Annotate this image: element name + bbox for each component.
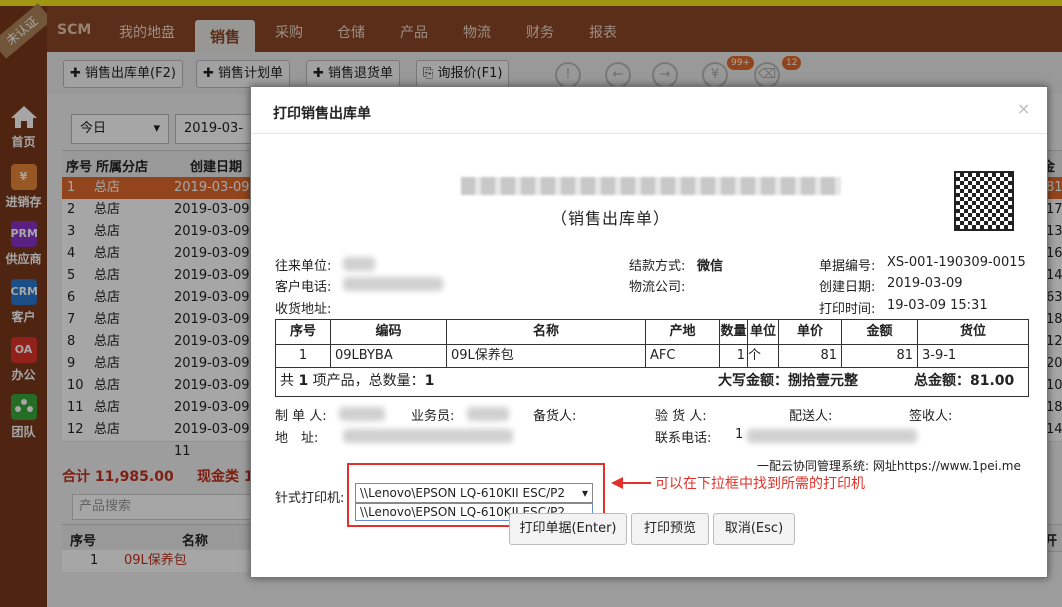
table-cell: 81 bbox=[842, 345, 918, 368]
dialog-title: 打印销售出库单 bbox=[273, 106, 371, 122]
arrow-left-icon bbox=[611, 477, 651, 489]
table-cell: 个 bbox=[748, 345, 779, 368]
print-time-label: 打印时间: bbox=[819, 302, 876, 317]
contact-label: 联系电话: bbox=[655, 431, 712, 446]
logistics-label: 物流公司: bbox=[629, 280, 686, 295]
table-header: 编码 bbox=[331, 320, 447, 345]
table-cell: 81 bbox=[779, 345, 842, 368]
sales-person-label: 业务员: bbox=[411, 409, 455, 424]
created-label: 创建日期: bbox=[819, 280, 876, 295]
partner-label: 往来单位: bbox=[275, 259, 332, 274]
table-header: 名称 bbox=[447, 320, 646, 345]
printer-selected-value: \\Lenovo\EPSON LQ-610KII ESC/P2 bbox=[360, 486, 566, 500]
print-time-value: 19-03-09 15:31 bbox=[887, 298, 988, 313]
print-button[interactable]: 打印单据(Enter) bbox=[509, 513, 627, 545]
receiver-label: 签收人: bbox=[909, 409, 953, 424]
table-cell: 3-9-1 bbox=[918, 345, 1028, 368]
table-header: 产地 bbox=[646, 320, 720, 345]
print-preview-button[interactable]: 打印预览 bbox=[631, 513, 709, 545]
table-header: 货位 bbox=[918, 320, 1028, 345]
print-dialog: 打印销售出库单 × （销售出库单） 往来单位: 客户电话: 收货地址: 结款方式… bbox=[250, 86, 1048, 578]
redacted-text bbox=[343, 257, 375, 271]
doc-number-label: 单据编号: bbox=[819, 259, 876, 274]
checker-label: 验 货 人: bbox=[655, 409, 707, 424]
created-value: 2019-03-09 bbox=[887, 276, 963, 291]
redacted-text bbox=[343, 277, 443, 291]
footer-note: 一配云协同管理系统: 网址https://www.1pei.me bbox=[757, 459, 1021, 473]
qr-code bbox=[954, 171, 1014, 231]
table-cell: 09L保养包 bbox=[447, 345, 646, 368]
maker-label: 制 单 人: bbox=[275, 409, 327, 424]
table-cell: 1 bbox=[276, 345, 331, 368]
address-label: 地 址: bbox=[275, 431, 319, 446]
table-cell: 09LBYBA bbox=[331, 345, 447, 368]
table-cell: 1 bbox=[720, 345, 748, 368]
table-header: 序号 bbox=[276, 320, 331, 345]
phone-label: 客户电话: bbox=[275, 280, 332, 295]
summary-qty-value: 1 bbox=[424, 373, 435, 389]
summary-text: 共 bbox=[280, 373, 294, 389]
redacted-text bbox=[339, 407, 385, 421]
deliver-label: 配送人: bbox=[789, 409, 833, 424]
address-label: 收货地址: bbox=[275, 302, 332, 317]
table-summary: 共 1 项产品，总数量：1 大写金额：捌拾壹元整 总金额：81.00 bbox=[276, 368, 1028, 394]
printer-label: 针式打印机: bbox=[275, 491, 345, 506]
document-title-redacted bbox=[461, 177, 841, 195]
payment-value: 微信 bbox=[697, 259, 724, 274]
annotation-hint: 可以在下拉框中找到所需的打印机 bbox=[655, 476, 865, 492]
summary-total: 总金额：81.00 bbox=[914, 373, 1015, 389]
redacted-text bbox=[467, 407, 509, 421]
redacted-text bbox=[343, 429, 513, 443]
contact-prefix: 1 bbox=[735, 427, 744, 442]
payment-label: 结款方式: bbox=[629, 259, 686, 274]
redacted-text bbox=[747, 429, 917, 443]
printer-select[interactable]: \\Lenovo\EPSON LQ-610KII ESC/P2 ▾ bbox=[355, 483, 593, 503]
chevron-down-icon: ▾ bbox=[581, 486, 588, 500]
table-cell: AFC bbox=[646, 345, 720, 368]
table-header: 金额 bbox=[842, 320, 918, 345]
summary-text: 项产品，总数量： bbox=[312, 373, 425, 389]
document-subtitle: （销售出库单） bbox=[551, 209, 671, 228]
summary-count: 共 1 项产品，总数量：1 bbox=[280, 368, 434, 394]
doc-number-value: XS-001-190309-0015 bbox=[887, 255, 1026, 270]
cancel-button[interactable]: 取消(Esc) bbox=[713, 513, 795, 545]
table-header: 数量 bbox=[720, 320, 748, 345]
document-table: 序号 编码 名称 产地 数量 单位 单价 金额 货位 1 09LBYBA 09L… bbox=[275, 319, 1029, 397]
table-header: 单价 bbox=[779, 320, 842, 345]
table-header: 单位 bbox=[748, 320, 779, 345]
dialog-divider bbox=[251, 133, 1047, 134]
close-icon[interactable]: × bbox=[1017, 99, 1030, 118]
summary-amount-words: 大写金额：捌拾壹元整 bbox=[718, 373, 858, 389]
summary-count-value: 1 bbox=[298, 373, 309, 389]
stock-person-label: 备货人: bbox=[533, 409, 577, 424]
